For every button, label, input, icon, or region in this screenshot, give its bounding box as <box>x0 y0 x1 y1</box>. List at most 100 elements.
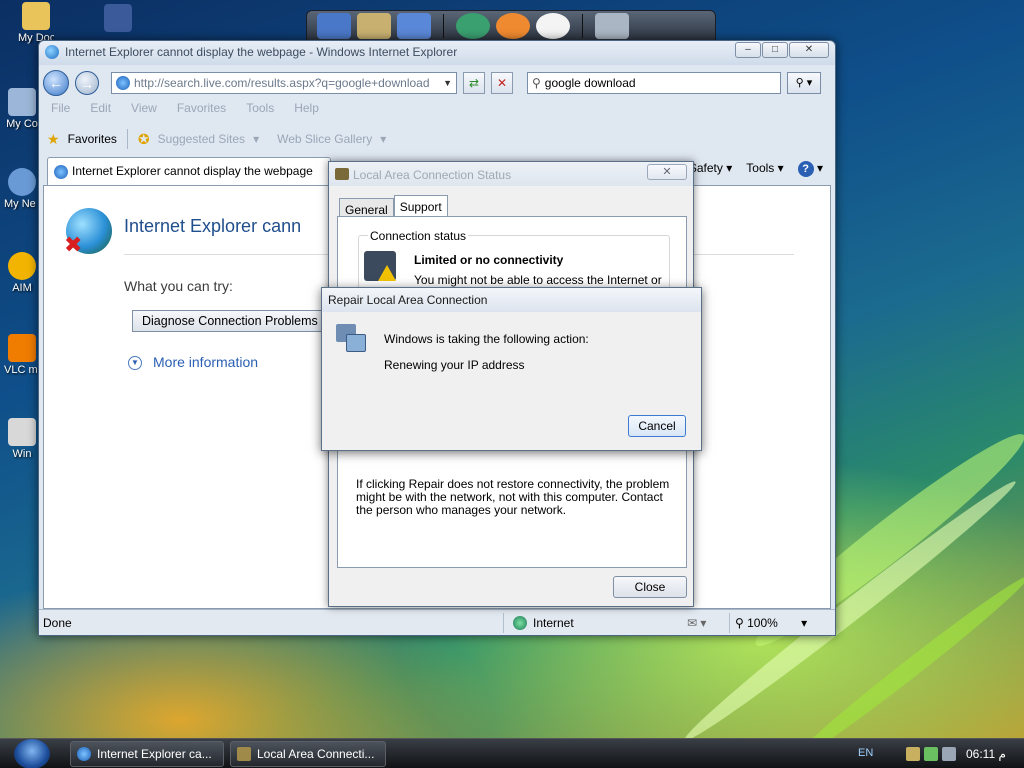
taskbar-item-lac[interactable]: Local Area Connecti... <box>230 741 386 767</box>
clock[interactable]: 06:11 م <box>966 747 1006 761</box>
clock-gadget-icon[interactable] <box>536 13 570 39</box>
chevron-down-icon[interactable]: ▾ <box>253 132 259 146</box>
start-button[interactable] <box>14 739 50 768</box>
connectivity-status: Limited or no connectivity <box>414 253 564 267</box>
refresh-button[interactable]: ⇄ <box>463 72 485 94</box>
zoom-control[interactable]: ⚲ 100% ▾ <box>735 616 807 630</box>
menu-edit[interactable]: Edit <box>90 101 111 121</box>
search-go-button[interactable]: ⚲ ▾ <box>787 72 821 94</box>
desktop-icon-media-player[interactable] <box>100 4 136 34</box>
repair-action-label: Windows is taking the following action: <box>384 332 589 346</box>
toolbar-divider <box>126 129 128 149</box>
desktop-icon-my-documents[interactable]: My Docu <box>18 2 54 44</box>
more-information-link[interactable]: More information <box>153 354 258 370</box>
desktop-icon-my-computer[interactable]: My Co <box>4 88 40 130</box>
tools-label: Tools <box>746 161 775 175</box>
search-icon: ⚲ <box>532 76 541 90</box>
minimize-button[interactable]: – <box>735 42 761 58</box>
tools-menu[interactable]: Tools ▾ <box>746 161 783 177</box>
try-label: What you can try: <box>124 278 233 294</box>
media-player-icon <box>104 4 132 32</box>
add-favorite-icon[interactable]: ✪ <box>138 131 150 148</box>
gadget-icon[interactable] <box>357 13 391 39</box>
safety-menu[interactable]: Safety ▾ <box>689 161 732 177</box>
repair-note: If clicking Repair does not restore conn… <box>356 477 670 517</box>
maximize-button[interactable]: □ <box>762 42 788 58</box>
volume-tray-icon[interactable] <box>942 747 956 761</box>
monitor-front-icon <box>346 334 366 352</box>
suggested-sites-button[interactable]: Suggested Sites <box>158 132 245 146</box>
menu-favorites[interactable]: Favorites <box>177 101 226 121</box>
ie-logo-icon <box>45 45 59 59</box>
close-button[interactable]: Close <box>613 576 687 598</box>
zone-label: Internet <box>533 616 574 630</box>
stop-button[interactable]: ✕ <box>491 72 513 94</box>
repair-title[interactable]: Repair Local Area Connection <box>322 288 701 312</box>
desktop-icon-my-network[interactable]: My Ne Pla <box>4 168 40 210</box>
ie-titlebar[interactable]: Internet Explorer cannot display the web… <box>39 41 835 65</box>
navigation-bar: ← → http://search.live.com/results.aspx?… <box>43 69 831 97</box>
menu-help[interactable]: Help <box>294 101 319 121</box>
media-gadget-icon[interactable] <box>496 13 530 39</box>
gadget-icon[interactable] <box>397 13 431 39</box>
address-input[interactable]: http://search.live.com/results.aspx?q=go… <box>134 76 439 90</box>
taskbar: Internet Explorer ca... Local Area Conne… <box>0 738 1024 768</box>
warning-icon <box>378 265 396 281</box>
network-connection-icon <box>335 168 349 180</box>
search-box[interactable]: ⚲ google download <box>527 72 781 94</box>
help-icon: ? <box>797 161 814 177</box>
menu-view[interactable]: View <box>131 101 157 121</box>
status-divider <box>729 613 730 633</box>
vlc-cone-icon <box>8 334 36 362</box>
window-controls: – □ ✕ <box>735 42 829 58</box>
forward-button[interactable]: → <box>75 71 99 95</box>
gadget-divider <box>582 14 583 38</box>
favorites-button[interactable]: Favorites <box>68 132 117 146</box>
taskbar-item-ie[interactable]: Internet Explorer ca... <box>70 741 224 767</box>
menu-tools[interactable]: Tools <box>246 101 274 121</box>
favorites-star-icon: ★ <box>47 130 60 147</box>
ie-window-title: Internet Explorer cannot display the web… <box>65 45 458 59</box>
expand-chevron-icon[interactable]: ▼ <box>128 356 142 370</box>
language-indicator[interactable]: EN <box>858 747 873 759</box>
back-button[interactable]: ← <box>43 70 69 96</box>
menu-bar: File Edit View Favorites Tools Help <box>51 101 319 121</box>
sidebar-gadget-strip <box>306 10 716 42</box>
address-bar[interactable]: http://search.live.com/results.aspx?q=go… <box>111 72 457 94</box>
gadget-icon[interactable] <box>317 13 351 39</box>
status-text: Done <box>43 616 72 630</box>
taskbar-item-label: Local Area Connecti... <box>257 747 375 761</box>
tab-current[interactable]: Internet Explorer cannot display the web… <box>47 157 331 185</box>
desktop-icon-aim[interactable]: AIM <box>4 252 40 294</box>
connectivity-description: You might not be able to access the Inte… <box>414 273 664 287</box>
close-button[interactable]: ✕ <box>789 42 829 58</box>
repair-connection-dialog: Repair Local Area Connection Windows is … <box>321 287 702 451</box>
desktop-icon-vlc[interactable]: VLC m pla <box>4 334 40 376</box>
search-input[interactable]: google download <box>545 76 636 90</box>
tab-title: Internet Explorer cannot display the web… <box>72 164 313 178</box>
status-bar: Done Internet ✉ ▾ ⚲ 100% ▾ <box>39 609 835 635</box>
help-menu[interactable]: ? ▾ <box>797 161 823 177</box>
web-slice-gallery-button[interactable]: Web Slice Gallery <box>277 132 372 146</box>
network-connection-icon <box>237 747 251 761</box>
protected-mode-icon[interactable]: ✉ ▾ <box>687 616 706 630</box>
chevron-down-icon[interactable]: ▼ <box>443 78 452 88</box>
security-tray-icon[interactable] <box>924 747 938 761</box>
globe-gadget-icon[interactable] <box>456 13 490 39</box>
gadget-divider <box>443 14 444 38</box>
desktop-icon-win[interactable]: Win <box>4 418 40 460</box>
status-divider <box>503 613 504 633</box>
recycle-bin-icon[interactable] <box>595 13 629 39</box>
chevron-down-icon[interactable]: ▾ <box>380 132 386 146</box>
cancel-button[interactable]: Cancel <box>628 415 686 437</box>
command-bar: Safety ▾ Tools ▾ ? ▾ <box>689 161 823 177</box>
security-zone[interactable]: Internet <box>513 616 574 630</box>
menu-file[interactable]: File <box>51 101 70 121</box>
folder-icon <box>22 2 50 30</box>
network-tray-icon[interactable] <box>906 747 920 761</box>
lac-titlebar[interactable]: Local Area Connection Status ✕ <box>329 162 693 186</box>
close-icon[interactable]: ✕ <box>647 164 687 180</box>
error-x-icon: ✖ <box>64 232 83 257</box>
connection-status-label: Connection status <box>368 229 469 243</box>
diagnose-connection-button[interactable]: Diagnose Connection Problems <box>132 310 338 332</box>
